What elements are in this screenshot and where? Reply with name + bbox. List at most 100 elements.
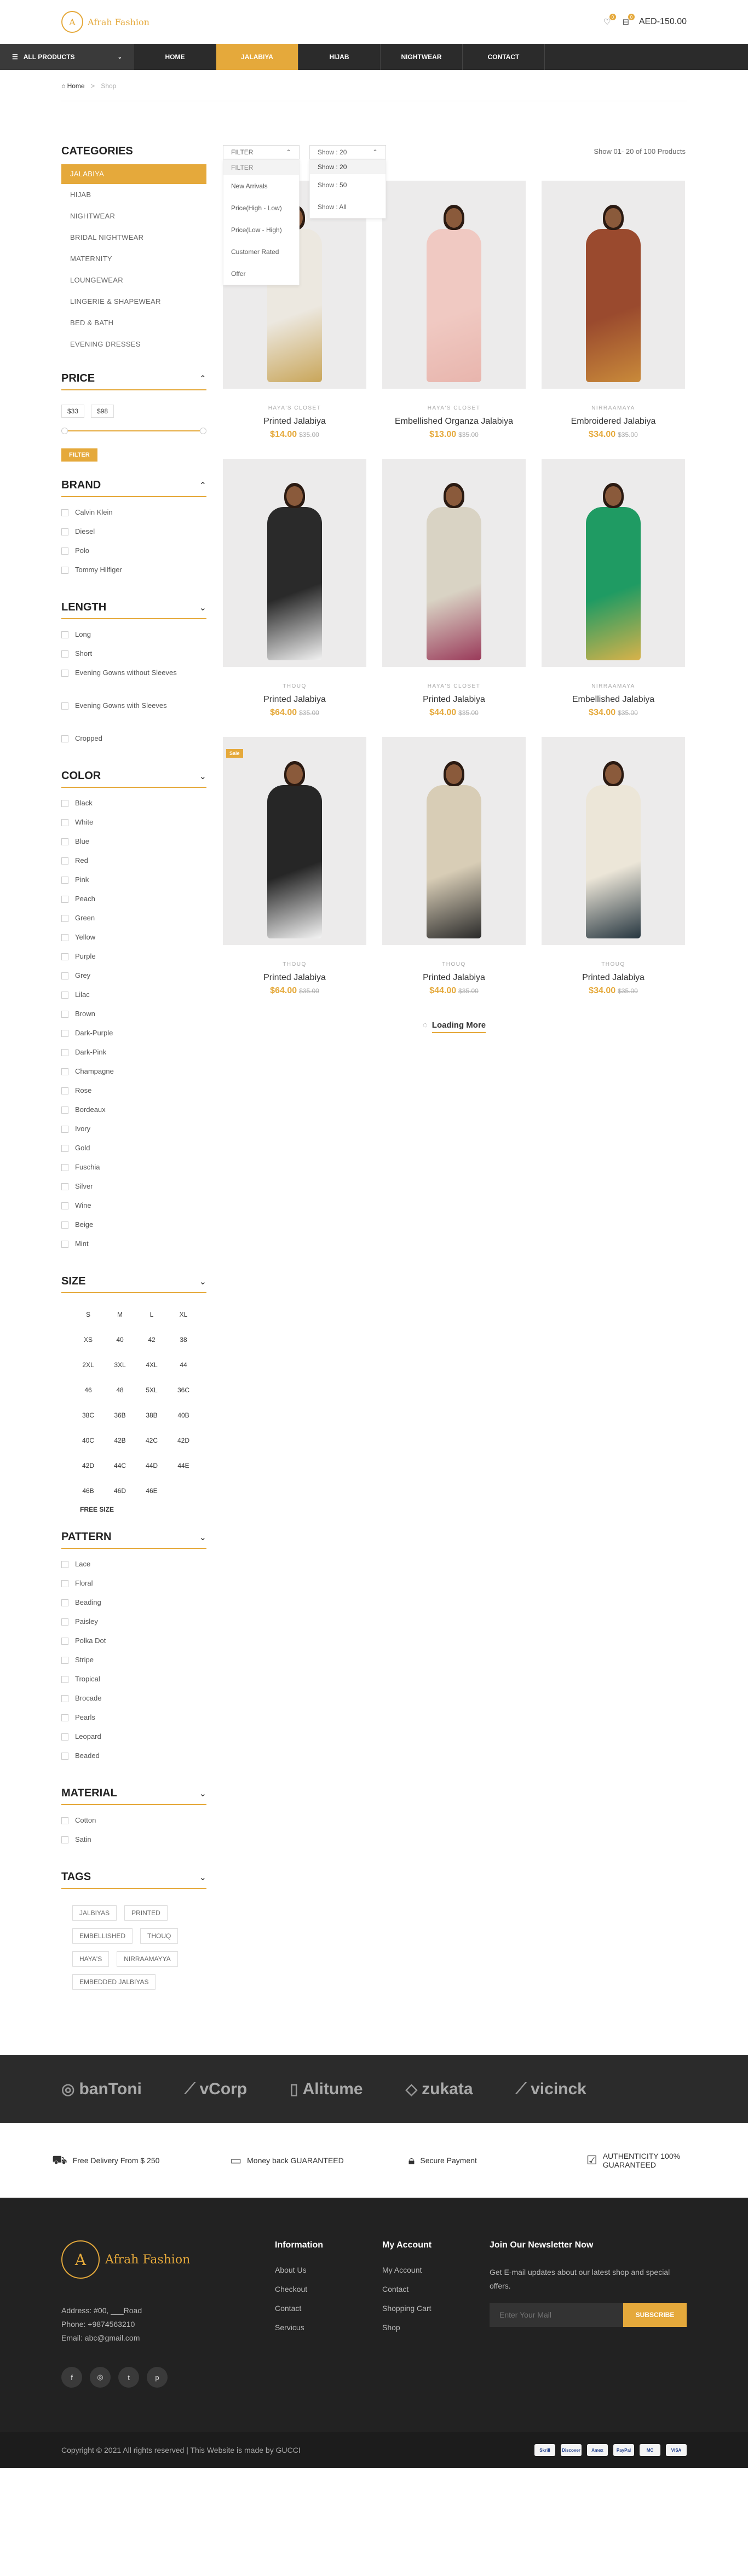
nav-jalabiya[interactable]: JALABIYA: [216, 44, 298, 70]
checkbox[interactable]: [61, 1714, 68, 1721]
pattern-option[interactable]: Pearls: [61, 1712, 206, 1731]
size-section-header[interactable]: SIZE ⌄: [61, 1275, 206, 1293]
cart-bag-icon[interactable]: ⊟ 0: [620, 14, 635, 27]
checkbox[interactable]: [61, 567, 68, 574]
checkbox[interactable]: [61, 1030, 68, 1037]
product-name[interactable]: Embellished Organza Jalabiya: [382, 417, 526, 427]
filter-dropdown[interactable]: FILTER ⌃ FILTER New Arrivals Price(High - L…: [223, 145, 300, 285]
size-option[interactable]: 44E: [168, 1455, 199, 1476]
checkbox[interactable]: [61, 631, 68, 638]
price-filter-button[interactable]: FILTER: [61, 448, 97, 462]
price-section-header[interactable]: PRICE ⌃: [61, 372, 206, 390]
color-option[interactable]: Lilac: [61, 989, 206, 1008]
checkbox[interactable]: [61, 1202, 68, 1209]
size-option[interactable]: 40: [104, 1329, 136, 1350]
color-option[interactable]: Ivory: [61, 1123, 206, 1143]
filter-option[interactable]: Customer Rated: [223, 241, 299, 263]
pattern-option[interactable]: Leopard: [61, 1731, 206, 1750]
size-option[interactable]: 36C: [168, 1380, 199, 1401]
pattern-option[interactable]: Beading: [61, 1597, 206, 1616]
size-option[interactable]: 40B: [168, 1405, 199, 1426]
color-section-header[interactable]: COLOR ⌄: [61, 770, 206, 788]
checkbox[interactable]: [61, 1183, 68, 1190]
checkbox[interactable]: [61, 650, 68, 658]
nav-hijab[interactable]: HIJAB: [298, 44, 381, 70]
product-image[interactable]: [223, 459, 366, 667]
pattern-option[interactable]: Polka Dot: [61, 1635, 206, 1655]
size-option[interactable]: 46D: [104, 1480, 136, 1501]
brand-logo[interactable]: ⟋ vCorp: [185, 2080, 247, 2099]
checkbox[interactable]: [61, 1836, 68, 1843]
size-option[interactable]: 2XL: [72, 1355, 104, 1375]
facebook-icon[interactable]: f: [61, 2367, 82, 2388]
product-name[interactable]: Embroidered Jalabiya: [542, 417, 685, 427]
category-item[interactable]: BED & BATH: [61, 312, 206, 333]
size-option[interactable]: 42B: [104, 1430, 136, 1451]
instagram-icon[interactable]: ◎: [90, 2367, 111, 2388]
pattern-option[interactable]: Tropical: [61, 1674, 206, 1693]
product-name[interactable]: Printed Jalabiya: [223, 973, 366, 983]
size-option[interactable]: 42: [136, 1329, 168, 1350]
size-option[interactable]: 42D: [168, 1430, 199, 1451]
pattern-option[interactable]: Beaded: [61, 1750, 206, 1770]
brand-logo[interactable]: ⟋ vicinck: [516, 2080, 586, 2099]
checkbox[interactable]: [61, 992, 68, 999]
color-option[interactable]: Rose: [61, 1085, 206, 1104]
category-item[interactable]: LINGERIE & SHAPEWEAR: [61, 291, 206, 312]
price-max-input[interactable]: $98: [91, 405, 114, 418]
checkbox[interactable]: [61, 1618, 68, 1626]
product-card[interactable]: NIRRAAMAYA Embellished Jalabiya $34.00 $35.…: [542, 459, 685, 737]
subscribe-button[interactable]: SUBSCRIBE: [623, 2303, 687, 2327]
checkbox[interactable]: [61, 915, 68, 922]
cart-total[interactable]: AED-150.00: [639, 17, 687, 27]
product-card[interactable]: THOUQ Printed Jalabiya $34.00 $35.00: [542, 737, 685, 1015]
checkbox[interactable]: [61, 1753, 68, 1760]
checkbox[interactable]: [61, 1126, 68, 1133]
brand-option[interactable]: Polo: [61, 545, 206, 564]
twitter-icon[interactable]: t: [118, 2367, 139, 2388]
color-option[interactable]: Purple: [61, 951, 206, 970]
product-name[interactable]: Printed Jalabiya: [542, 973, 685, 983]
product-image[interactable]: [542, 181, 685, 389]
site-logo[interactable]: A Afrah Fashion: [61, 11, 149, 33]
brand-logo[interactable]: ▯ Alitume: [290, 2080, 363, 2099]
material-option[interactable]: Cotton: [61, 1815, 206, 1834]
tag-chip[interactable]: JALBIYAS: [72, 1905, 117, 1921]
category-item[interactable]: JALABIYA: [61, 164, 206, 184]
size-option[interactable]: 36B: [104, 1405, 136, 1426]
size-option[interactable]: 46B: [72, 1480, 104, 1501]
size-option[interactable]: 38B: [136, 1405, 168, 1426]
pattern-option[interactable]: Brocade: [61, 1693, 206, 1712]
product-card[interactable]: HAYA'S CLOSET Printed Jalabiya $44.00 $35.0…: [382, 459, 526, 737]
length-option[interactable]: Evening Gowns without Sleeves: [61, 667, 206, 700]
size-option[interactable]: 3XL: [104, 1355, 136, 1375]
footer-link[interactable]: Contact: [275, 2304, 382, 2313]
loading-more-button[interactable]: ◌ Loading More: [223, 1021, 686, 1033]
category-item[interactable]: EVENING DRESSES: [61, 333, 206, 355]
checkbox[interactable]: [61, 1145, 68, 1152]
nav-contact[interactable]: CONTACT: [463, 44, 545, 70]
size-option[interactable]: 38: [168, 1329, 199, 1350]
checkbox[interactable]: [61, 953, 68, 960]
checkbox[interactable]: [61, 857, 68, 865]
color-option[interactable]: Yellow: [61, 932, 206, 951]
size-option[interactable]: 46: [72, 1380, 104, 1401]
checkbox[interactable]: [61, 1657, 68, 1664]
checkbox[interactable]: [61, 1107, 68, 1114]
pattern-section-header[interactable]: PATTERN ⌄: [61, 1531, 206, 1549]
length-section-header[interactable]: LENGTH ⌄: [61, 601, 206, 619]
wishlist-heart-icon[interactable]: ♡ 0: [602, 14, 616, 27]
pattern-option[interactable]: Lace: [61, 1559, 206, 1578]
size-option[interactable]: 44: [168, 1355, 199, 1375]
checkbox[interactable]: [61, 1561, 68, 1568]
checkbox[interactable]: [61, 1241, 68, 1248]
filter-option[interactable]: New Arrivals: [223, 175, 299, 197]
product-name[interactable]: Printed Jalabiya: [223, 417, 366, 427]
tag-chip[interactable]: EMBELLISHED: [72, 1928, 133, 1944]
product-image[interactable]: [542, 459, 685, 667]
show-option[interactable]: Show : All: [310, 196, 385, 218]
checkbox[interactable]: [61, 877, 68, 884]
category-item[interactable]: MATERNITY: [61, 248, 206, 269]
product-card[interactable]: THOUQ Printed Jalabiya $44.00 $35.00: [382, 737, 526, 1015]
category-item[interactable]: NIGHTWEAR: [61, 205, 206, 227]
